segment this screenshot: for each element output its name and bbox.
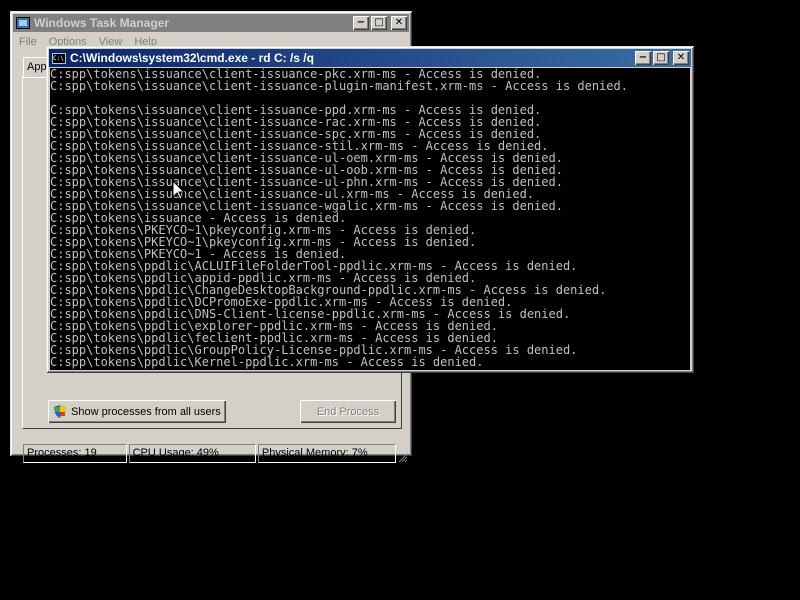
- maximize-icon: □: [656, 52, 666, 63]
- cmd-title: C:\Windows\system32\cmd.exe - rd C: /s /…: [70, 51, 314, 65]
- end-process-label: End Process: [316, 405, 380, 418]
- console-line: C:spp\tokens\issuance\client-issuance-pl…: [50, 79, 628, 93]
- uac-shield-icon: [54, 405, 66, 418]
- cmd-titlebar[interactable]: C:\ C:\Windows\system32\cmd.exe - rd C: …: [49, 49, 691, 67]
- cmd-maximize-button[interactable]: □: [653, 51, 669, 65]
- cmd-window[interactable]: C:\ C:\Windows\system32\cmd.exe - rd C: …: [46, 46, 694, 373]
- minimize-icon: −: [638, 52, 648, 63]
- maximize-icon: □: [374, 17, 384, 28]
- minimize-icon: −: [356, 17, 366, 28]
- status-cpu-usage: CPU Usage: 49%: [128, 444, 256, 463]
- console-line: C:spp\tokens\ppdlic\Kernel-ppdlic.xrm-ms…: [50, 355, 484, 369]
- console-output[interactable]: C:spp\tokens\issuance\client-issuance-pk…: [50, 68, 690, 370]
- task-manager-titlebar[interactable]: Windows Task Manager − □ ✕: [13, 14, 409, 32]
- status-bar: Processes: 19 CPU Usage: 49% Physical Me…: [23, 444, 408, 463]
- maximize-button[interactable]: □: [371, 16, 387, 30]
- show-all-processes-button[interactable]: Show processes from all users: [48, 400, 226, 423]
- cmd-close-button[interactable]: ✕: [673, 51, 689, 65]
- cmd-icon: C:\: [52, 52, 66, 64]
- console-text: C:spp\tokens\issuance\client-issuance-pk…: [50, 68, 690, 368]
- cmd-minimize-button[interactable]: −: [635, 51, 651, 65]
- close-icon: ✕: [676, 52, 686, 63]
- task-manager-title: Windows Task Manager: [34, 16, 170, 30]
- status-physical-memory: Physical Memory: 7%: [257, 444, 396, 463]
- end-process-button[interactable]: End Process: [300, 400, 396, 423]
- close-icon: ✕: [394, 17, 404, 28]
- mouse-pointer-icon: [172, 179, 186, 200]
- task-manager-icon: [16, 17, 30, 29]
- resize-grip-icon[interactable]: [398, 453, 408, 463]
- show-all-processes-label: Show processes from all users: [71, 405, 221, 418]
- minimize-button[interactable]: −: [353, 16, 369, 30]
- menu-file[interactable]: File: [13, 33, 43, 51]
- status-processes: Processes: 19: [23, 444, 127, 463]
- close-button[interactable]: ✕: [391, 16, 407, 30]
